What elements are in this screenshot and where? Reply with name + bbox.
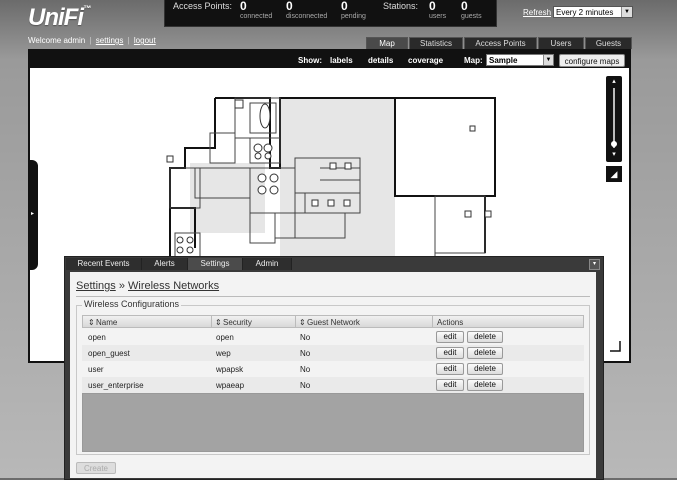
tab-users[interactable]: Users xyxy=(538,37,584,49)
coverage-toggle[interactable]: coverage xyxy=(408,56,443,65)
access-points-label: Access Points: xyxy=(173,1,233,11)
network-security: wpaeap xyxy=(216,381,245,390)
table-row: open open No edit delete xyxy=(82,329,584,345)
chevron-down-icon: ▼ xyxy=(621,7,632,17)
zoom-knob[interactable] xyxy=(611,141,617,147)
edit-button[interactable]: edit xyxy=(436,331,464,343)
breadcrumb-current[interactable]: Wireless Networks xyxy=(128,280,219,292)
tab-statistics[interactable]: Statistics xyxy=(409,37,463,49)
breadcrumb-separator: » xyxy=(118,280,125,292)
breadcrumb-divider xyxy=(76,296,590,297)
edit-button[interactable]: edit xyxy=(436,347,464,359)
guests-count: 0 xyxy=(461,0,468,13)
refresh-link[interactable]: Refresh xyxy=(523,8,551,17)
guests-label: guests xyxy=(461,13,482,20)
disconnected-count: 0 xyxy=(286,0,293,13)
network-name: open xyxy=(88,333,106,342)
sort-icon: ⇕ xyxy=(299,318,306,327)
collapse-icon[interactable]: ▾ xyxy=(589,259,600,270)
map-select[interactable]: Sample ▼ xyxy=(486,54,554,66)
table-row: user_enterprise wpaeap No edit delete xyxy=(82,377,584,393)
pending-label: pending xyxy=(341,13,366,20)
network-name: user_enterprise xyxy=(88,381,144,390)
tab-access-points[interactable]: Access Points xyxy=(464,37,537,49)
users-label: users xyxy=(429,13,447,20)
stats-bar: Access Points: 0 connected 0 disconnecte… xyxy=(164,0,497,27)
settings-link[interactable]: settings xyxy=(96,36,124,45)
ruler-icon[interactable]: ◢ xyxy=(606,166,622,182)
users-count: 0 xyxy=(429,0,436,13)
column-security[interactable]: Security xyxy=(223,318,252,327)
breadcrumb-settings-link[interactable]: Settings xyxy=(76,280,116,292)
table-row: user wpapsk No edit delete xyxy=(82,361,584,377)
show-label: Show: xyxy=(298,56,322,65)
table-row: open_guest wep No edit delete xyxy=(82,345,584,361)
zoom-slider[interactable]: ▴ ▾ xyxy=(606,76,622,162)
tab-admin[interactable]: Admin xyxy=(243,258,292,270)
labels-toggle[interactable]: labels xyxy=(330,56,353,65)
breadcrumb: Settings » Wireless Networks xyxy=(76,280,219,292)
wireless-config-legend: Wireless Configurations xyxy=(82,299,182,309)
map-label: Map: xyxy=(464,56,483,65)
network-name: open_guest xyxy=(88,349,130,358)
edit-button[interactable]: edit xyxy=(436,379,464,391)
welcome-text: Welcome xyxy=(28,36,62,45)
refresh-interval-value: Every 2 minutes xyxy=(556,8,614,17)
connected-count: 0 xyxy=(240,0,247,13)
column-name[interactable]: Name xyxy=(96,318,117,327)
network-security: open xyxy=(216,333,234,342)
details-toggle[interactable]: details xyxy=(368,56,393,65)
column-actions: Actions xyxy=(437,318,464,327)
configure-maps-button[interactable]: configure maps xyxy=(559,54,625,67)
network-guest: No xyxy=(300,333,311,342)
tab-settings[interactable]: Settings xyxy=(188,258,243,270)
refresh-interval-select[interactable]: Every 2 minutes ▼ xyxy=(553,6,633,18)
table-header: ⇕ Name ⇕ Security ⇕ Guest Network Action… xyxy=(82,315,584,328)
table-empty-area xyxy=(82,393,584,452)
zoom-out-icon[interactable]: ▾ xyxy=(606,150,622,158)
zoom-track xyxy=(613,88,615,148)
tab-guests[interactable]: Guests xyxy=(585,37,632,49)
logout-link[interactable]: logout xyxy=(134,36,156,45)
network-guest: No xyxy=(300,381,311,390)
stations-label: Stations: xyxy=(383,1,419,11)
delete-button[interactable]: delete xyxy=(467,363,503,375)
map-select-value: Sample xyxy=(489,56,518,65)
welcome-bar: Welcome admin | settings | logout xyxy=(28,36,156,45)
sort-icon: ⇕ xyxy=(215,318,222,327)
username: admin xyxy=(63,36,86,45)
delete-button[interactable]: delete xyxy=(467,347,503,359)
connected-label: connected xyxy=(240,13,273,20)
chevron-right-icon: ▸ xyxy=(31,211,35,217)
network-guest: No xyxy=(300,349,311,358)
pending-count: 0 xyxy=(341,0,348,13)
unifi-logo: UniFi™ xyxy=(28,4,91,31)
network-security: wpapsk xyxy=(216,365,244,374)
disconnected-label: disconnected xyxy=(286,13,328,20)
network-security: wep xyxy=(216,349,231,358)
delete-button[interactable]: delete xyxy=(467,379,503,391)
tab-alerts[interactable]: Alerts xyxy=(142,258,188,270)
zoom-in-icon[interactable]: ▴ xyxy=(606,77,622,85)
tab-map[interactable]: Map xyxy=(366,37,408,49)
sort-icon: ⇕ xyxy=(88,318,95,327)
chevron-down-icon: ▼ xyxy=(543,55,553,65)
create-button: Create xyxy=(76,462,116,474)
map-side-handle[interactable]: ▸ xyxy=(28,160,38,270)
network-guest: No xyxy=(300,365,311,374)
network-name: user xyxy=(88,365,104,374)
column-guest-network[interactable]: Guest Network xyxy=(307,318,360,327)
tab-recent-events[interactable]: Recent Events xyxy=(66,258,142,270)
delete-button[interactable]: delete xyxy=(467,331,503,343)
edit-button[interactable]: edit xyxy=(436,363,464,375)
